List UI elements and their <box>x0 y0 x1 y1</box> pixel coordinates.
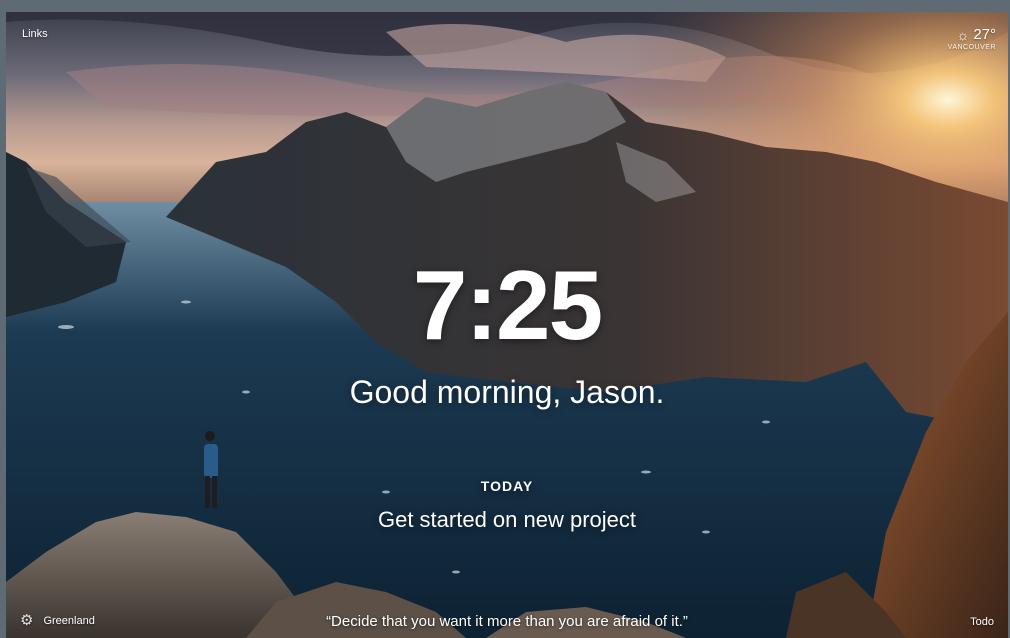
focus-heading: TODAY <box>480 478 534 494</box>
daily-quote: “Decide that you want it more than you a… <box>326 613 688 630</box>
weather-widget[interactable]: ☼ 27° VANCOUVER <box>948 26 996 51</box>
links-button[interactable]: Links <box>22 28 48 40</box>
browser-frame: Links ☼ 27° VANCOUVER 7:25 Good morning,… <box>0 0 1010 638</box>
todo-button[interactable]: Todo <box>970 616 994 628</box>
focus-text[interactable]: Get started on new project <box>6 506 1008 534</box>
weather-location: VANCOUVER <box>947 44 996 51</box>
sun-icon: ☼ <box>956 26 970 43</box>
temperature: 27° <box>973 26 996 43</box>
greeting: Good morning, Jason. <box>349 374 665 410</box>
clock: 7:25 <box>412 250 603 360</box>
weather-row: ☼ 27° <box>948 26 996 43</box>
momentum-dashboard: Links ☼ 27° VANCOUVER 7:25 Good morning,… <box>6 12 1008 638</box>
